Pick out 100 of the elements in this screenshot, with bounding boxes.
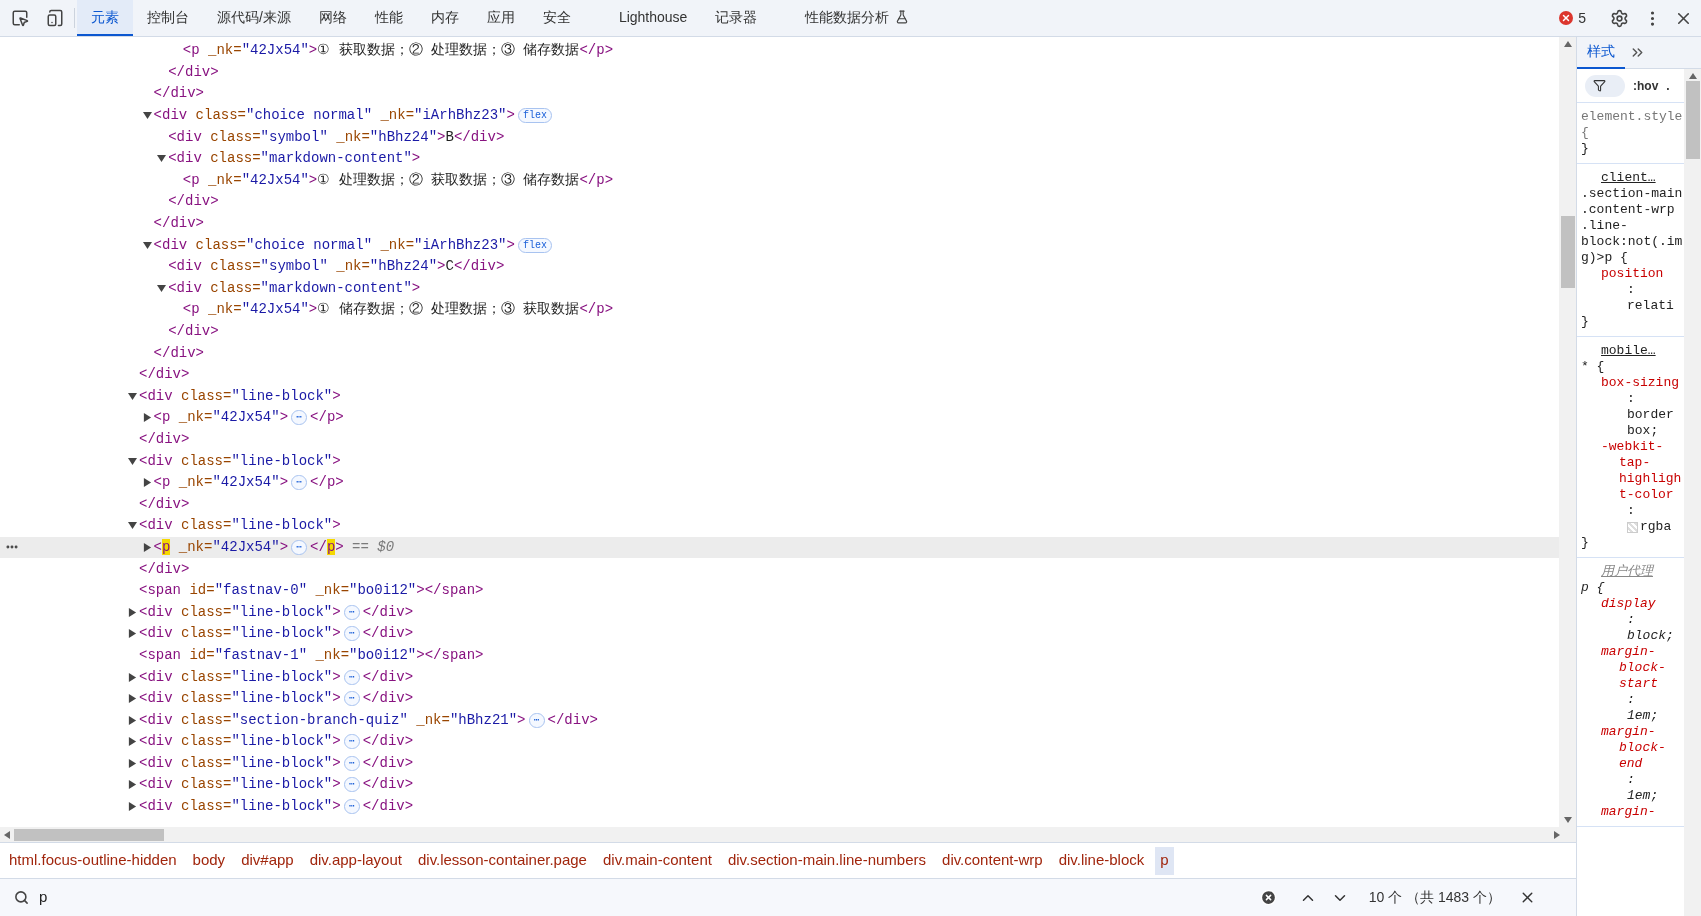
code-text: <div class="line-block"> xyxy=(139,689,341,709)
scroll-up-icon[interactable] xyxy=(1688,73,1697,79)
css-colon: : xyxy=(1626,692,1636,708)
code-text: <div class="choice normal" _nk="iArhBhz23"> xyxy=(153,106,515,126)
collapsed-content-badge[interactable]: ⋯ xyxy=(291,475,308,491)
collapsed-content-badge[interactable]: ⋯ xyxy=(343,626,360,642)
pseudo-state-button[interactable]: . xyxy=(1666,76,1670,95)
breadcrumb-item[interactable]: p xyxy=(1155,846,1174,875)
collapsed-triangle-icon[interactable] xyxy=(128,629,137,639)
breadcrumb-item[interactable]: body xyxy=(187,846,231,875)
code-text: <div class="line-block"> xyxy=(139,753,341,773)
scroll-down-icon[interactable] xyxy=(1563,817,1572,823)
scroll-up-icon[interactable] xyxy=(1563,41,1572,47)
css-property: margin- xyxy=(1601,804,1657,820)
breadcrumb-item[interactable]: html.focus-outline-hidden xyxy=(4,846,182,875)
code-text: <span id="fastnav-1" _nk="bo0i12"></span> xyxy=(139,645,484,665)
breadcrumb-item[interactable]: div.section-main.line-numbers xyxy=(722,846,932,875)
code-text: <div class="choice normal" _nk="iArhBhz23"> xyxy=(153,235,515,255)
breadcrumb-item[interactable]: div.app-layout xyxy=(304,846,407,875)
breadcrumb-item[interactable]: div.lesson-container.page xyxy=(412,846,592,875)
collapsed-triangle-icon[interactable] xyxy=(128,802,137,812)
css-selector: element.style { xyxy=(1581,109,1684,141)
breadcrumb-item[interactable]: div#app xyxy=(236,846,299,875)
collapsed-content-badge[interactable]: ⋯ xyxy=(343,799,360,815)
code-text: <div class="markdown-content"> xyxy=(168,149,421,169)
breadcrumb-item[interactable]: div.line-block xyxy=(1053,846,1150,875)
expanded-triangle-icon[interactable] xyxy=(157,154,167,164)
panel-tab[interactable]: 源代码/来源 xyxy=(203,0,305,36)
color-swatch[interactable] xyxy=(1627,521,1638,533)
panel-tab[interactable]: 网络 xyxy=(304,0,361,36)
expanded-triangle-icon[interactable] xyxy=(128,456,137,466)
filter-icon xyxy=(1593,79,1606,92)
collapsed-triangle-icon[interactable] xyxy=(128,607,137,617)
panel-tab[interactable]: 元素 xyxy=(77,0,133,36)
collapsed-triangle-icon[interactable] xyxy=(142,478,152,488)
code-text: </div> xyxy=(362,624,414,644)
collapsed-content-badge[interactable]: ⋯ xyxy=(291,410,308,426)
expanded-triangle-icon[interactable] xyxy=(142,111,152,121)
expanded-triangle-icon[interactable] xyxy=(142,240,152,250)
rule-source-link[interactable]: client… xyxy=(1581,170,1684,186)
expanded-triangle-icon[interactable] xyxy=(128,521,137,531)
collapsed-triangle-icon[interactable] xyxy=(128,715,137,725)
collapsed-triangle-icon[interactable] xyxy=(128,672,137,682)
clear-search-icon[interactable] xyxy=(1259,889,1277,906)
horizontal-scrollbar[interactable] xyxy=(0,827,1576,842)
css-selector: .section-main .content-wrp .line-block:not(.img)>p { xyxy=(1581,186,1684,266)
device-toolbar-icon[interactable] xyxy=(46,9,64,27)
pseudo-state-button[interactable]: :hov xyxy=(1633,76,1659,95)
rule-source-link[interactable]: mobile… xyxy=(1581,343,1684,359)
collapsed-content-badge[interactable]: ⋯ xyxy=(343,691,360,707)
panel-tab[interactable]: 应用 xyxy=(472,0,529,36)
collapsed-content-badge[interactable]: ⋯ xyxy=(528,712,545,728)
collapsed-content-badge[interactable]: flex xyxy=(517,108,552,124)
code-text: <p _nk="42Jx54">① 处理数据；② 获取数据；③ 储存数据</p> xyxy=(182,170,614,190)
css-value: rgba xyxy=(1640,519,1672,535)
collapsed-content-badge[interactable]: ⋯ xyxy=(343,755,360,771)
scrollbar-thumb[interactable] xyxy=(1685,81,1700,159)
code-text: </div> xyxy=(547,710,598,730)
panel-tab[interactable]: 安全 xyxy=(528,0,585,36)
collapsed-triangle-icon[interactable] xyxy=(142,413,152,423)
code-text: <p _nk="42Jx54">① 储存数据；② 处理数据；③ 获取数据</p> xyxy=(182,300,614,320)
collapsed-triangle-icon[interactable] xyxy=(128,737,137,747)
scroll-left-icon[interactable] xyxy=(4,830,10,839)
collapsed-triangle-icon[interactable] xyxy=(142,542,152,552)
settings-icon[interactable] xyxy=(1610,8,1629,28)
inspect-element-icon[interactable] xyxy=(11,9,29,27)
panel-tab[interactable]: 性能数据分析 xyxy=(791,0,924,36)
scroll-right-icon[interactable] xyxy=(1554,830,1560,839)
selected-row[interactable]: <p _nk="42Jx54"> ⋯ </p> == $0 xyxy=(0,536,1559,559)
css-colon: : xyxy=(1626,612,1636,628)
code-text: </div> xyxy=(168,322,219,341)
expanded-triangle-icon[interactable] xyxy=(157,283,167,293)
expanded-triangle-icon[interactable] xyxy=(128,391,137,401)
collapsed-content-badge[interactable]: flex xyxy=(517,237,552,253)
panel-tab[interactable]: 性能 xyxy=(360,0,417,36)
search-field[interactable]: p xyxy=(39,886,1260,909)
code-text: <div class="symbol" _nk="hBhz24">C</div> xyxy=(168,257,505,277)
error-count-button[interactable]: 5 xyxy=(1555,7,1590,29)
panel-tab[interactable]: 记录器 xyxy=(701,0,772,36)
panel-tab[interactable]: Lighthouse xyxy=(604,0,702,36)
rule-source-link[interactable]: 用户代理 xyxy=(1581,564,1684,580)
vertical-scrollbar[interactable] xyxy=(1559,37,1576,827)
code-text: <div class="line-block"> xyxy=(139,667,341,687)
collapsed-triangle-icon[interactable] xyxy=(128,694,137,704)
collapsed-content-badge[interactable]: ⋯ xyxy=(291,539,308,555)
closing-brace: } xyxy=(1581,314,1590,330)
collapsed-content-badge[interactable]: ⋯ xyxy=(343,669,360,685)
panel-tab[interactable]: 控制台 xyxy=(133,0,203,36)
collapsed-content-badge[interactable]: ⋯ xyxy=(343,734,360,750)
scrollbar-thumb[interactable] xyxy=(14,828,164,841)
collapsed-triangle-icon[interactable] xyxy=(128,780,137,790)
filter-field[interactable] xyxy=(1585,74,1625,97)
collapsed-content-badge[interactable]: ⋯ xyxy=(343,604,360,620)
breadcrumb-item[interactable]: div.main-content xyxy=(597,846,717,875)
collapsed-triangle-icon[interactable] xyxy=(128,758,137,768)
styles-scrollbar[interactable] xyxy=(1684,69,1701,916)
panel-tab[interactable]: 内存 xyxy=(416,0,473,36)
collapsed-content-badge[interactable]: ⋯ xyxy=(343,777,360,793)
scrollbar-thumb[interactable] xyxy=(1560,216,1575,288)
breadcrumb-item[interactable]: div.content-wrp xyxy=(937,846,1048,875)
